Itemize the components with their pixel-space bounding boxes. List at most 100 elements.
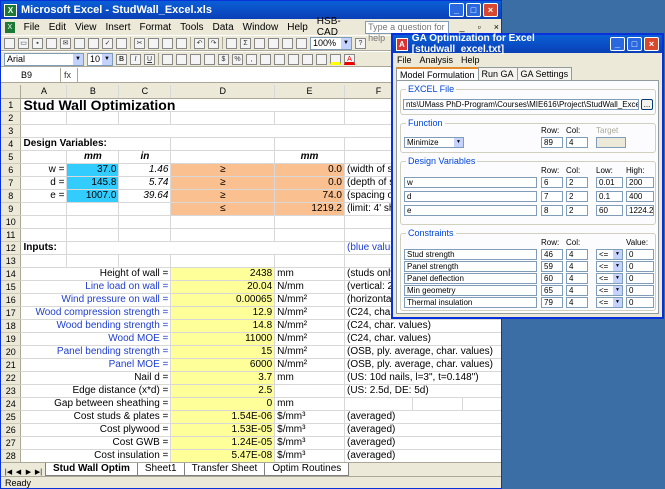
constraint-col-field[interactable]: 4 <box>566 261 588 272</box>
menu-file[interactable]: File <box>24 22 40 33</box>
sheet-cell[interactable]: $/mm³ <box>274 436 345 450</box>
constraint-name-field[interactable]: Panel deflection <box>404 273 537 284</box>
borders-icon[interactable] <box>316 53 327 65</box>
sheet-cell[interactable]: Design Variables: <box>20 137 172 151</box>
sheet-cell[interactable] <box>274 137 345 151</box>
sheet-cell[interactable]: 1.53E-05 <box>170 423 276 437</box>
row-header[interactable]: 18 <box>1 319 22 333</box>
sheet-cell[interactable]: (averaged) <box>344 449 501 462</box>
increase-decimal-icon[interactable] <box>260 53 271 65</box>
sheet-cell[interactable]: 11000 <box>170 332 276 346</box>
sheet-cell[interactable] <box>170 150 276 164</box>
sheet-cell[interactable] <box>118 202 172 216</box>
row-header[interactable]: 4 <box>1 137 22 151</box>
menu-hsb-cad[interactable]: HSB-CAD <box>317 16 356 38</box>
sheet-cell[interactable]: Cost plywood = <box>20 423 172 437</box>
sheet-cell[interactable]: Height of wall = <box>20 267 172 281</box>
constraint-name-field[interactable]: Panel strength <box>404 261 537 272</box>
sheet-cell[interactable]: (OSB, ply. average, char. values) <box>344 345 501 359</box>
prev-sheet-icon[interactable]: ◀ <box>14 468 23 476</box>
constraint-operator-select[interactable]: <= ▼ <box>596 273 623 284</box>
sheet-cell[interactable] <box>274 111 345 125</box>
constraint-col-field[interactable]: 4 <box>566 297 588 308</box>
constraint-value-field[interactable]: 0 <box>626 249 654 260</box>
sheet-cell[interactable]: Panel MOE = <box>20 358 172 372</box>
sheet-cell[interactable]: mm <box>274 267 345 281</box>
sheet-cell[interactable]: ≥ <box>170 189 276 203</box>
sheet-cell[interactable]: Wood MOE = <box>20 332 172 346</box>
constraint-row-field[interactable]: 46 <box>541 249 563 260</box>
browse-button[interactable]: ... <box>641 99 653 110</box>
tab-ga-settings[interactable]: GA Settings <box>516 67 573 80</box>
row-header[interactable]: 19 <box>1 332 22 346</box>
close-button[interactable]: × <box>483 3 498 17</box>
row-header[interactable]: 10 <box>1 215 22 229</box>
sheet-cell[interactable]: 3.7 <box>170 371 276 385</box>
percent-icon[interactable]: % <box>232 53 243 65</box>
align-right-icon[interactable] <box>190 53 201 65</box>
design-variable-row-field[interactable]: 6 <box>541 177 563 188</box>
new-icon[interactable] <box>4 37 15 49</box>
sheet-cell[interactable]: 5.47E-08 <box>170 449 276 462</box>
sheet-cell[interactable]: 0.0 <box>274 176 345 190</box>
sheet-cell[interactable]: 0.00065 <box>170 293 276 307</box>
sheet-tab-stud-wall-optim[interactable]: Stud Wall Optim <box>45 463 138 476</box>
bold-icon[interactable]: B <box>116 53 127 65</box>
constraint-name-field[interactable]: Stud strength <box>404 249 537 260</box>
sheet-cell[interactable]: 2438 <box>170 267 276 281</box>
last-sheet-icon[interactable]: ▶| <box>34 468 43 476</box>
ga-menu-help[interactable]: Help <box>461 55 480 65</box>
format-painter-icon[interactable] <box>176 37 187 49</box>
merge-center-icon[interactable] <box>204 53 215 65</box>
row-header[interactable]: 22 <box>1 371 22 385</box>
sheet-cell[interactable]: d = <box>20 176 68 190</box>
decrease-decimal-icon[interactable] <box>274 53 285 65</box>
design-variable-col-field[interactable]: 2 <box>566 205 588 216</box>
sheet-cell[interactable]: N/mm² <box>274 345 345 359</box>
sheet-cell[interactable] <box>170 215 276 229</box>
sheet-cell[interactable]: mm <box>274 397 345 411</box>
increase-indent-icon[interactable] <box>302 53 313 65</box>
sheet-cell[interactable] <box>118 215 172 229</box>
cut-icon[interactable]: ✂ <box>134 37 145 49</box>
design-variable-name-field[interactable]: e <box>404 205 537 216</box>
sheet-cell[interactable]: 14.8 <box>170 319 276 333</box>
design-variable-name-field[interactable]: w <box>404 177 537 188</box>
fx-icon[interactable]: fx <box>61 70 77 80</box>
design-variable-high-field[interactable]: 400 <box>626 191 654 202</box>
sheet-cell[interactable] <box>20 228 68 242</box>
font-name-select[interactable]: Arial ▼ <box>4 52 84 66</box>
design-variable-low-field[interactable]: 0.01 <box>596 177 623 188</box>
column-header[interactable]: E <box>274 85 345 99</box>
open-icon[interactable]: ▭ <box>18 37 29 49</box>
sheet-cell[interactable]: mm <box>274 371 345 385</box>
row-header[interactable]: 24 <box>1 397 22 411</box>
sheet-cell[interactable] <box>20 111 68 125</box>
comma-style-icon[interactable]: , <box>246 53 257 65</box>
sheet-cell[interactable]: N/mm² <box>274 293 345 307</box>
chart-wizard-icon[interactable] <box>282 37 293 49</box>
sheet-cell[interactable]: Wind pressure on wall = <box>20 293 172 307</box>
align-left-icon[interactable] <box>162 53 173 65</box>
sheet-cell[interactable]: 145.8 <box>66 176 120 190</box>
constraint-col-field[interactable]: 4 <box>566 273 588 284</box>
row-header[interactable]: 6 <box>1 163 22 177</box>
print-preview-icon[interactable] <box>88 37 99 49</box>
sheet-cell[interactable] <box>170 137 276 151</box>
row-header[interactable]: 25 <box>1 410 22 424</box>
column-header[interactable]: C <box>118 85 172 99</box>
row-header[interactable]: 20 <box>1 345 22 359</box>
sheet-cell[interactable] <box>20 254 68 268</box>
sheet-cell[interactable] <box>66 228 120 242</box>
sheet-cell[interactable]: N/mm <box>274 280 345 294</box>
name-box[interactable]: B9 <box>1 67 61 82</box>
excel-file-path-field[interactable]: nts\UMass PhD-Program\Courses\MIE616\Pro… <box>403 99 639 110</box>
sheet-cell[interactable] <box>274 215 345 229</box>
font-size-select[interactable]: 10 ▼ <box>87 52 113 66</box>
sheet-cell[interactable]: 15 <box>170 345 276 359</box>
sheet-cell[interactable]: (US: 2.5d, DE: 5d) <box>344 384 501 398</box>
design-variable-col-field[interactable]: 2 <box>566 177 588 188</box>
decrease-indent-icon[interactable] <box>288 53 299 65</box>
constraint-operator-select[interactable]: <= ▼ <box>596 261 623 272</box>
sheet-cell[interactable]: Wood bending strength = <box>20 319 172 333</box>
